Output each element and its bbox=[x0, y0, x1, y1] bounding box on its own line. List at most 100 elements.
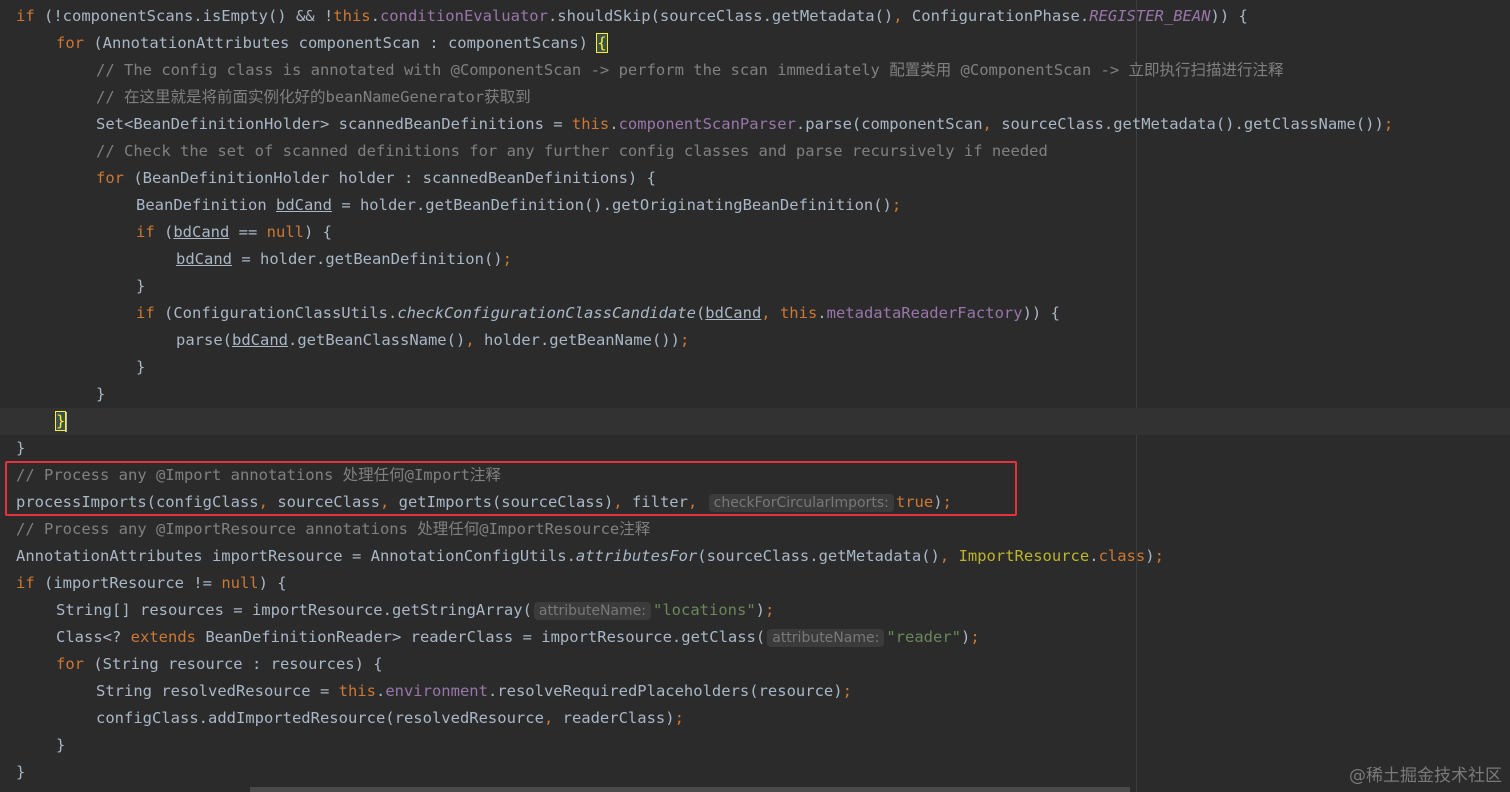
kw-for: for bbox=[96, 169, 124, 187]
comment: // The config class is annotated with @C… bbox=[96, 61, 1284, 79]
code-text: . bbox=[609, 115, 619, 133]
code-line-24[interactable]: Class<? extends BeanDefinitionReader> re… bbox=[0, 624, 1510, 651]
code-line-14[interactable]: } bbox=[0, 354, 1510, 381]
code-line-13[interactable]: parse(bdCand.getBeanClassName(), holder.… bbox=[0, 327, 1510, 354]
parameter-hint: attributeName: bbox=[767, 629, 885, 647]
kw-this: this bbox=[333, 7, 371, 25]
code-text: . bbox=[375, 682, 386, 700]
code-text: )) { bbox=[1210, 7, 1248, 25]
code-text: ) bbox=[1145, 547, 1155, 565]
code-text: } bbox=[136, 358, 146, 376]
field-ref: componentScanParser bbox=[618, 115, 796, 133]
code-text: = holder.getBeanDefinition().getOriginat… bbox=[331, 196, 892, 214]
code-line-6[interactable]: // Check the set of scanned definitions … bbox=[0, 138, 1510, 165]
code-text: (BeanDefinitionHolder holder : scannedBe… bbox=[124, 169, 656, 187]
code-line-7[interactable]: for (BeanDefinitionHolder holder : scann… bbox=[0, 165, 1510, 192]
horizontal-scrollbar[interactable] bbox=[250, 787, 1130, 792]
code-line-26[interactable]: String resolvedResource = this.environme… bbox=[0, 678, 1510, 705]
static-method: attributesFor bbox=[575, 547, 698, 565]
kw-for: for bbox=[56, 655, 84, 673]
comma: , bbox=[543, 709, 563, 727]
semicolon: ; bbox=[679, 331, 690, 349]
code-editor[interactable]: if (!componentScans.isEmpty() && !this.c… bbox=[0, 0, 1510, 792]
code-text: } bbox=[56, 736, 66, 754]
code-text: AnnotationAttributes importResource = An… bbox=[16, 547, 576, 565]
code-text: Set<BeanDefinitionHolder> scannedBeanDef… bbox=[96, 115, 572, 133]
parameter-hint: attributeName: bbox=[533, 602, 652, 620]
code-text: ) { bbox=[304, 223, 332, 241]
semicolon: ; bbox=[765, 601, 775, 619]
code-line-23[interactable]: String[] resources = importResource.getS… bbox=[0, 597, 1510, 624]
code-text: (!componentScans.isEmpty() && ! bbox=[34, 7, 334, 25]
static-field: REGISTER_BEAN bbox=[1089, 7, 1211, 25]
code-text: ) bbox=[960, 628, 971, 646]
code-text: ConfigurationPhase. bbox=[911, 7, 1090, 25]
field-ref: environment bbox=[385, 682, 488, 700]
string-literal: "locations" bbox=[653, 601, 756, 619]
code-line-25[interactable]: for (String resource : resources) { bbox=[0, 651, 1510, 678]
kw-this: this bbox=[779, 304, 818, 322]
code-text: ) { bbox=[258, 574, 287, 592]
comma: , bbox=[982, 115, 1002, 133]
kw-class: class bbox=[1098, 547, 1146, 565]
code-text: BeanDefinitionReader> readerClass = impo… bbox=[195, 628, 766, 646]
code-line-4[interactable]: // 在这里就是将前面实例化好的beanNameGenerator获取到 bbox=[0, 84, 1510, 111]
comma: , bbox=[761, 304, 780, 322]
code-text: .getBeanClassName() bbox=[288, 331, 466, 349]
code-line-17[interactable]: } bbox=[0, 435, 1510, 462]
code-line-21[interactable]: AnnotationAttributes importResource = An… bbox=[0, 543, 1510, 570]
code-line-10[interactable]: bdCand = holder.getBeanDefinition(); bbox=[0, 246, 1510, 273]
code-line-12[interactable]: if (ConfigurationClassUtils.checkConfigu… bbox=[0, 300, 1510, 327]
code-line-28[interactable]: } bbox=[0, 732, 1510, 759]
code-line-9[interactable]: if (bdCand == null) { bbox=[0, 219, 1510, 246]
watermark: @稀土掘金技术社区 bbox=[1349, 766, 1502, 786]
code-text: = holder.getBeanDefinition() bbox=[232, 250, 503, 268]
code-text: (sourceClass.getMetadata() bbox=[697, 547, 940, 565]
code-text: holder.getBeanName()) bbox=[483, 331, 680, 349]
code-text: } bbox=[96, 385, 106, 403]
code-text: Class<? bbox=[56, 628, 131, 646]
red-highlight-box bbox=[5, 461, 1017, 516]
kw-this: this bbox=[571, 115, 610, 133]
semicolon: ; bbox=[502, 250, 512, 268]
variable-ref: bdCand bbox=[232, 331, 288, 349]
code-text: (String resource : resources) { bbox=[84, 655, 383, 673]
code-line-29[interactable]: } bbox=[0, 759, 1510, 786]
semicolon: ; bbox=[891, 196, 902, 214]
kw-for: for bbox=[56, 34, 84, 52]
code-line-11[interactable]: } bbox=[0, 273, 1510, 300]
variable-ref: bdCand bbox=[705, 304, 762, 322]
code-text: .shouldSkip(sourceClass.getMetadata() bbox=[547, 7, 894, 25]
code-text: String resolvedResource = bbox=[96, 682, 339, 700]
semicolon: ; bbox=[842, 682, 852, 700]
code-text: (importResource != bbox=[34, 574, 222, 592]
code-line-2[interactable]: for (AnnotationAttributes componentScan … bbox=[0, 30, 1510, 57]
code-text: )) { bbox=[1022, 304, 1060, 322]
code-line-20[interactable]: // Process any @ImportResource annotatio… bbox=[0, 516, 1510, 543]
code-line-3[interactable]: // The config class is annotated with @C… bbox=[0, 57, 1510, 84]
comma: , bbox=[939, 547, 959, 565]
code-text: .parse(componentScan bbox=[795, 115, 983, 133]
code-text: } bbox=[16, 439, 26, 457]
matched-brace: { bbox=[596, 33, 608, 53]
code-line-8[interactable]: BeanDefinition bdCand = holder.getBeanDe… bbox=[0, 192, 1510, 219]
code-line-27[interactable]: configClass.addImportedResource(resolved… bbox=[0, 705, 1510, 732]
static-method: checkConfigurationClassCandidate bbox=[397, 304, 696, 322]
semicolon: ; bbox=[970, 628, 980, 646]
comma: , bbox=[893, 7, 912, 25]
code-line-15[interactable]: } bbox=[0, 381, 1510, 408]
code-text: . bbox=[817, 304, 827, 322]
annotation-class: ImportResource bbox=[958, 547, 1090, 565]
comment: // 在这里就是将前面实例化好的beanNameGenerator获取到 bbox=[96, 88, 531, 106]
code-text: . bbox=[1089, 547, 1099, 565]
kw-null: null bbox=[266, 223, 304, 241]
code-line-22[interactable]: if (importResource != null) { bbox=[0, 570, 1510, 597]
code-line-5[interactable]: Set<BeanDefinitionHolder> scannedBeanDef… bbox=[0, 111, 1510, 138]
field-ref: conditionEvaluator bbox=[379, 7, 548, 25]
string-literal: "reader" bbox=[886, 628, 961, 646]
comment: // Process any @ImportResource annotatio… bbox=[16, 520, 651, 538]
code-line-1[interactable]: if (!componentScans.isEmpty() && !this.c… bbox=[0, 3, 1510, 30]
code-line-16-current[interactable]: } bbox=[0, 408, 1510, 435]
variable-ref: bdCand bbox=[176, 250, 232, 268]
code-text: String[] resources = importResource.getS… bbox=[56, 601, 532, 619]
